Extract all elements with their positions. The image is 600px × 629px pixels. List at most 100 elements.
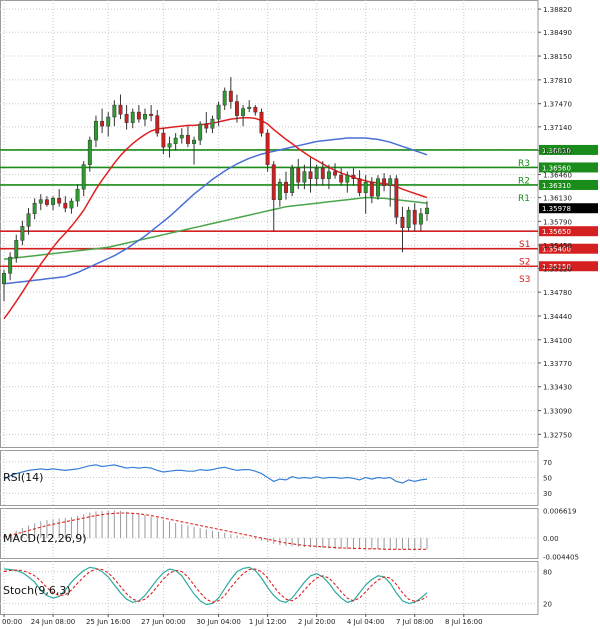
candle-body [418,213,423,225]
candle-body [388,178,393,186]
price-tick-label: 1.37810 [543,77,572,85]
candle-body [155,115,160,134]
macd-label: MACD(12,26,9) [3,532,87,545]
candle-body [94,120,98,141]
candle-body [143,113,147,120]
candle-body [222,90,227,106]
candle-body [87,139,92,165]
candle-body [290,167,295,193]
rsi-label: RSI(14) [3,471,43,484]
candle-body [241,108,246,116]
candle-body [38,199,43,204]
stoch-tick-label: 80 [543,569,552,577]
macd-tick-label: -0.004405 [543,553,579,561]
price-tick-label: 1.38820 [543,6,572,14]
candle-body [130,111,135,123]
price-tick-label: 1.35120 [543,265,572,273]
time-tick-label: 4 Jul 04:00 [347,618,385,626]
price-tick-label: 1.34100 [543,337,572,345]
level-price-label: 1.36310 [542,182,571,190]
time-tick-label: 27 Jun 00:00 [141,618,185,626]
candle-body [51,198,55,205]
candle-body [333,171,337,176]
current-price-label: 1.35978 [542,205,571,213]
candle-body [412,209,417,225]
candle-body [2,272,6,285]
candle-body [63,202,68,209]
candle-body [302,171,307,183]
candle-body [406,209,411,228]
candle-body [136,111,141,120]
candle-body [100,120,105,127]
candle-body [265,132,270,165]
macd-tick-label: 0.00 [543,535,559,543]
chart-canvas: R31.36810R21.36560R11.36310S11.35650S21.… [0,0,600,629]
candle-body [308,171,313,179]
candle-body [198,123,203,141]
macd-tick-label: 0.006619 [543,507,576,515]
candle-body [259,111,264,134]
candle-body [167,143,172,148]
candle-body [75,188,80,202]
candle-body [235,101,239,116]
candle-body [26,213,31,227]
candle-body [382,178,387,186]
level-name-r1: R1 [518,194,530,204]
time-tick-label: 8 Jul 16:00 [445,618,483,626]
candle-body [216,104,221,120]
candle-body [339,174,344,183]
candle-body [173,137,178,144]
candle-body [376,178,380,197]
price-tick-label: 1.36130 [543,195,572,203]
rsi-tick-label: 30 [543,490,552,498]
candle-body [425,207,429,214]
level-name-s3: S3 [519,275,530,285]
rsi-tick-label: 50 [543,475,552,483]
candle-body [326,171,331,179]
price-tick-label: 1.35790 [543,218,572,226]
time-tick-label: 2 Jul 20:00 [298,618,336,626]
candle-body [357,178,362,193]
candle-body [345,174,350,183]
candle-body [149,113,154,116]
candle-body [351,174,356,179]
candle-body [161,132,166,148]
price-tick-label: 1.33090 [543,408,572,416]
price-tick-label: 1.33430 [543,384,572,392]
candle-body [400,216,405,228]
candle-body [185,134,190,144]
price-tick-label: 1.38150 [543,53,572,61]
candle-body [271,164,276,200]
candle-body [32,202,37,214]
candle-body [14,240,19,258]
candle-body [363,181,368,193]
price-tick-label: 1.37470 [543,101,572,109]
candle-body [124,113,129,123]
price-tick-label: 1.35450 [543,242,572,250]
candle-body [284,181,288,193]
time-tick-label: 7 Jul 08:00 [396,618,434,626]
time-tick-label: 30 Jun 04:00 [196,618,240,626]
candle-body [320,167,325,179]
candle-body [369,181,374,197]
candle-body [253,106,258,113]
price-tick-label: 1.32750 [543,431,572,439]
candle-body [44,199,49,205]
price-tick-label: 1.38490 [543,29,572,37]
rsi-tick-label: 70 [543,459,552,467]
price-tick-label: 1.37140 [543,124,572,132]
level-price-label: 1.35650 [542,228,571,236]
time-tick-label: 24 Jun 08:00 [31,618,75,626]
candle-body [8,256,13,274]
stoch-tick-label: 20 [543,600,552,608]
candle-body [228,90,233,102]
candle-body [296,167,301,183]
candle-body [179,134,184,139]
candle-body [20,226,25,241]
price-tick-label: 1.36800 [543,148,572,156]
price-tick-label: 1.34440 [543,313,572,321]
candle-body [112,104,117,118]
candle-body [106,116,111,127]
candle-body [118,104,123,115]
time-tick-label: 00:00 [2,618,22,626]
